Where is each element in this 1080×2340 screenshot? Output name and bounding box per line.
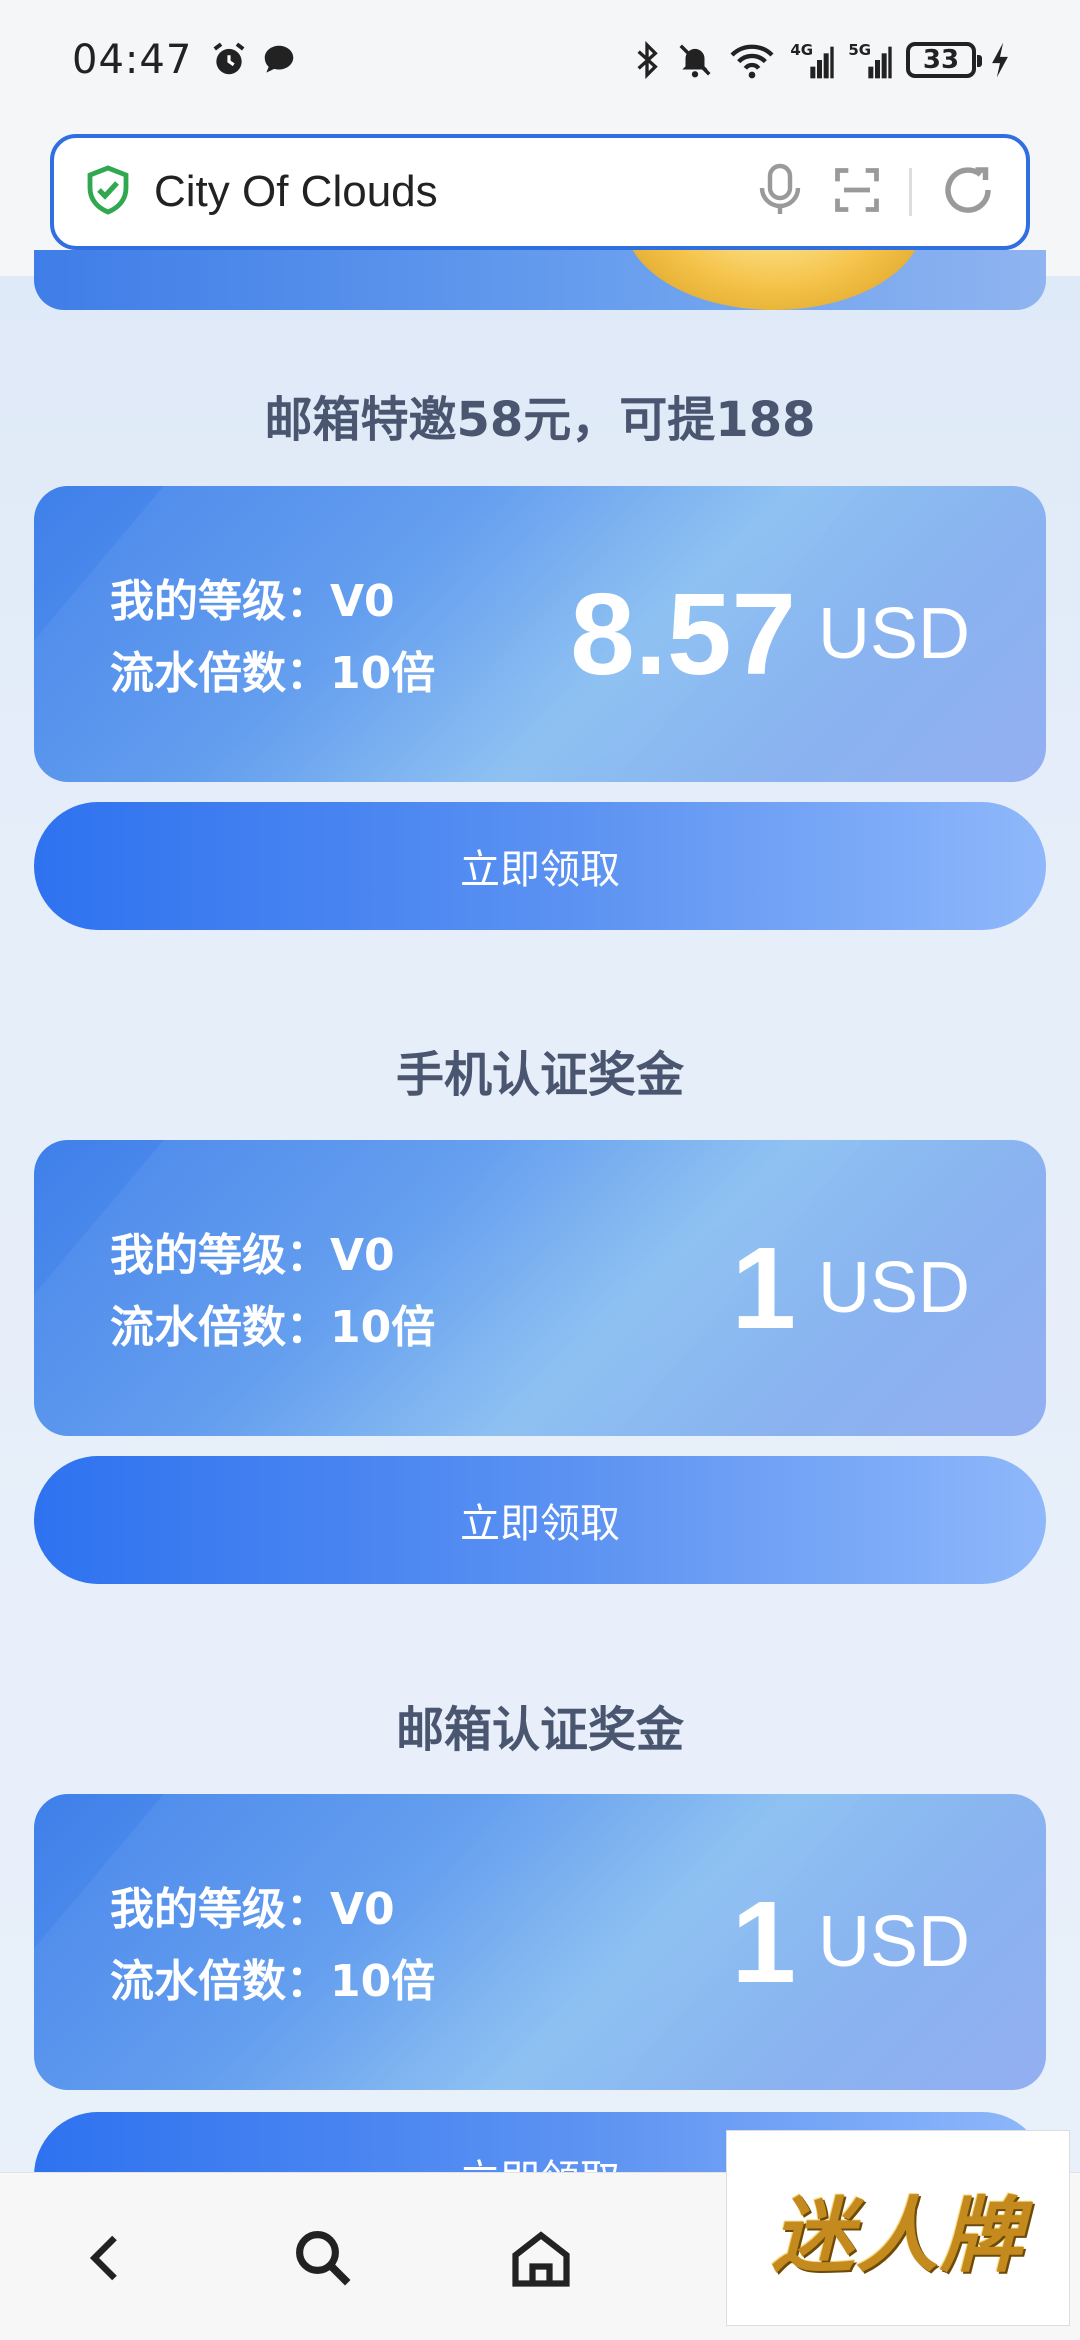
- alarm-icon: [210, 41, 248, 79]
- svg-text:5G: 5G: [848, 41, 871, 59]
- claim-button-email-invite[interactable]: 立即领取: [34, 802, 1046, 930]
- reload-icon[interactable]: [938, 160, 998, 224]
- watermark-text: 迷人牌: [772, 2187, 1024, 2284]
- section-title-phone-verify: 手机认证奖金: [395, 1047, 684, 1103]
- bonus-card-phone-verify: 我的等级：V0 流水倍数：10倍 1 USD: [34, 1140, 1046, 1436]
- promo-banner-partial: [34, 250, 1046, 310]
- back-icon[interactable]: [62, 2213, 152, 2303]
- watermark-logo: 迷人牌: [726, 2130, 1070, 2326]
- battery-indicator: 33: [906, 42, 982, 78]
- bluetooth-icon: [632, 40, 662, 80]
- section-title-email-verify: 邮箱认证奖金: [395, 1702, 684, 1758]
- bonus-currency: USD: [817, 594, 970, 674]
- search-icon[interactable]: [278, 2213, 368, 2303]
- level-label: 我的等级：V0: [110, 1230, 395, 1281]
- page-title[interactable]: City Of Clouds: [154, 167, 438, 217]
- multiplier-label: 流水倍数：10倍: [110, 1302, 436, 1353]
- bonus-amount: 1: [731, 1877, 796, 2007]
- level-label: 我的等级：V0: [110, 576, 395, 627]
- coin-illustration: [624, 250, 924, 310]
- bonus-currency: USD: [817, 1248, 970, 1328]
- signal-4g-icon: 4G: [790, 40, 834, 80]
- message-icon: [260, 41, 298, 79]
- wifi-icon: [728, 40, 776, 80]
- bonus-card-email-verify: 我的等级：V0 流水倍数：10倍 1 USD: [34, 1794, 1046, 2090]
- charging-icon: [990, 41, 1010, 79]
- svg-text:4G: 4G: [790, 41, 813, 59]
- bonus-card-email-invite: 我的等级：V0 流水倍数：10倍 8.57 USD: [34, 486, 1046, 782]
- mute-bell-icon: [676, 40, 714, 80]
- section-title-email-invite: 邮箱特邀58元，可提188: [264, 392, 816, 448]
- multiplier-label: 流水倍数：10倍: [110, 648, 436, 699]
- home-icon[interactable]: [496, 2213, 586, 2303]
- address-bar[interactable]: City Of Clouds: [50, 134, 1030, 250]
- scan-icon[interactable]: [831, 164, 883, 220]
- multiplier-label: 流水倍数：10倍: [110, 1956, 436, 2007]
- signal-5g-icon: 5G: [848, 40, 892, 80]
- bonus-currency: USD: [817, 1902, 970, 1982]
- status-time: 04:47: [72, 37, 193, 83]
- shield-check-icon[interactable]: [84, 163, 132, 221]
- bonus-amount: 1: [731, 1223, 796, 1353]
- status-bar: 04:47 4G 5G 33: [0, 0, 1080, 120]
- toolbar-divider: [909, 168, 912, 216]
- level-label: 我的等级：V0: [110, 1884, 395, 1935]
- claim-button-phone-verify[interactable]: 立即领取: [34, 1456, 1046, 1584]
- bonus-amount: 8.57: [570, 569, 796, 699]
- microphone-icon[interactable]: [755, 162, 805, 222]
